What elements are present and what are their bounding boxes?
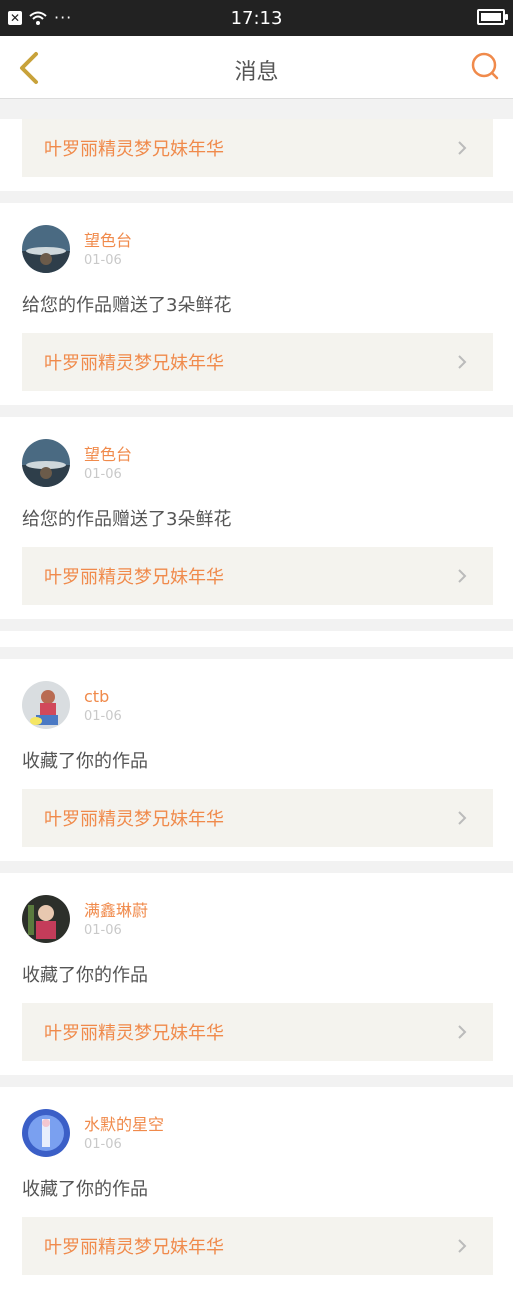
work-link[interactable]: 叶罗丽精灵梦兄妹年华	[22, 789, 493, 847]
chevron-right-icon	[458, 1025, 467, 1039]
work-title: 叶罗丽精灵梦兄妹年华	[44, 567, 224, 588]
user-row[interactable]: 满鑫琳蔚 01-06	[22, 891, 493, 947]
search-icon[interactable]	[469, 50, 501, 82]
chevron-right-icon	[458, 811, 467, 825]
battery-icon	[477, 9, 508, 25]
date: 01-06	[84, 922, 122, 938]
user-meta: 水默的星空 01-06	[84, 1115, 164, 1152]
chevron-right-icon	[458, 1239, 467, 1253]
work-link[interactable]: 叶罗丽精灵梦兄妹年华	[22, 1003, 493, 1061]
user-row[interactable]: 水默的星空 01-06	[22, 1105, 493, 1161]
work-title: 叶罗丽精灵梦兄妹年华	[44, 1023, 224, 1044]
avatar-blue	[22, 1109, 70, 1157]
work-link[interactable]: 叶罗丽精灵梦兄妹年华	[22, 333, 493, 391]
status-time: 17:13	[230, 8, 283, 29]
work-title: 叶罗丽精灵梦兄妹年华	[44, 353, 224, 374]
notification-card: 望色台 01-06 给您的作品赠送了3朵鲜花 叶罗丽精灵梦兄妹年华	[0, 203, 513, 405]
avatar-landscape	[22, 439, 70, 487]
avatar[interactable]	[22, 895, 70, 943]
notification-card: ctb 01-06 收藏了你的作品 叶罗丽精灵梦兄妹年华	[0, 659, 513, 861]
username[interactable]: 水默的星空	[84, 1115, 164, 1135]
avatar[interactable]	[22, 225, 70, 273]
work-link[interactable]: 叶罗丽精灵梦兄妹年华	[22, 547, 493, 605]
avatar-person	[22, 681, 70, 729]
avatar-person-dark	[22, 895, 70, 943]
work-link[interactable]: 叶罗丽精灵梦兄妹年华	[22, 1217, 493, 1275]
notification-card: 水默的星空 01-06 收藏了你的作品 叶罗丽精灵梦兄妹年华	[0, 1087, 513, 1289]
avatar-landscape	[22, 225, 70, 273]
user-row[interactable]: 望色台 01-06	[22, 221, 493, 277]
date: 01-06	[84, 1136, 122, 1152]
username[interactable]: 望色台	[84, 445, 132, 465]
message-text: 给您的作品赠送了3朵鲜花	[22, 509, 232, 530]
work-title: 叶罗丽精灵梦兄妹年华	[44, 809, 224, 830]
message-text: 收藏了你的作品	[22, 751, 148, 772]
user-meta: 满鑫琳蔚 01-06	[84, 901, 148, 938]
date: 01-06	[84, 252, 122, 268]
work-title: 叶罗丽精灵梦兄妹年华	[44, 1237, 224, 1258]
username[interactable]: 望色台	[84, 231, 132, 251]
chevron-right-icon	[458, 569, 467, 583]
avatar[interactable]	[22, 439, 70, 487]
page-title: 消息	[234, 60, 279, 85]
user-row[interactable]: 望色台 01-06	[22, 435, 493, 491]
date: 01-06	[84, 466, 122, 482]
status-bar: ✕ ··· 17:13	[0, 0, 513, 36]
message-text: 收藏了你的作品	[22, 965, 148, 986]
user-meta: ctb 01-06	[84, 687, 122, 724]
message-list: 叶罗丽精灵梦兄妹年华 望色台 01-06 给您的作品赠送了3朵鲜花 叶罗丽精灵梦…	[0, 119, 513, 1289]
notification-card: 望色台 01-06 给您的作品赠送了3朵鲜花 叶罗丽精灵梦兄妹年华	[0, 417, 513, 619]
message-text: 收藏了你的作品	[22, 1179, 148, 1200]
username[interactable]: ctb	[84, 687, 122, 707]
user-row[interactable]: ctb 01-06	[22, 677, 493, 733]
chevron-right-icon	[458, 355, 467, 369]
user-meta: 望色台 01-06	[84, 445, 132, 482]
work-title: 叶罗丽精灵梦兄妹年华	[44, 139, 224, 160]
nav-bar: 消息	[0, 36, 513, 99]
username[interactable]: 满鑫琳蔚	[84, 901, 148, 921]
spacer	[0, 631, 513, 647]
date: 01-06	[84, 708, 122, 724]
work-link[interactable]: 叶罗丽精灵梦兄妹年华	[22, 119, 493, 177]
avatar[interactable]	[22, 1109, 70, 1157]
notification-card-partial: 叶罗丽精灵梦兄妹年华	[0, 119, 513, 191]
notification-card: 满鑫琳蔚 01-06 收藏了你的作品 叶罗丽精灵梦兄妹年华	[0, 873, 513, 1075]
chevron-right-icon	[458, 141, 467, 155]
message-text: 给您的作品赠送了3朵鲜花	[22, 295, 232, 316]
user-meta: 望色台 01-06	[84, 231, 132, 268]
avatar[interactable]	[22, 681, 70, 729]
